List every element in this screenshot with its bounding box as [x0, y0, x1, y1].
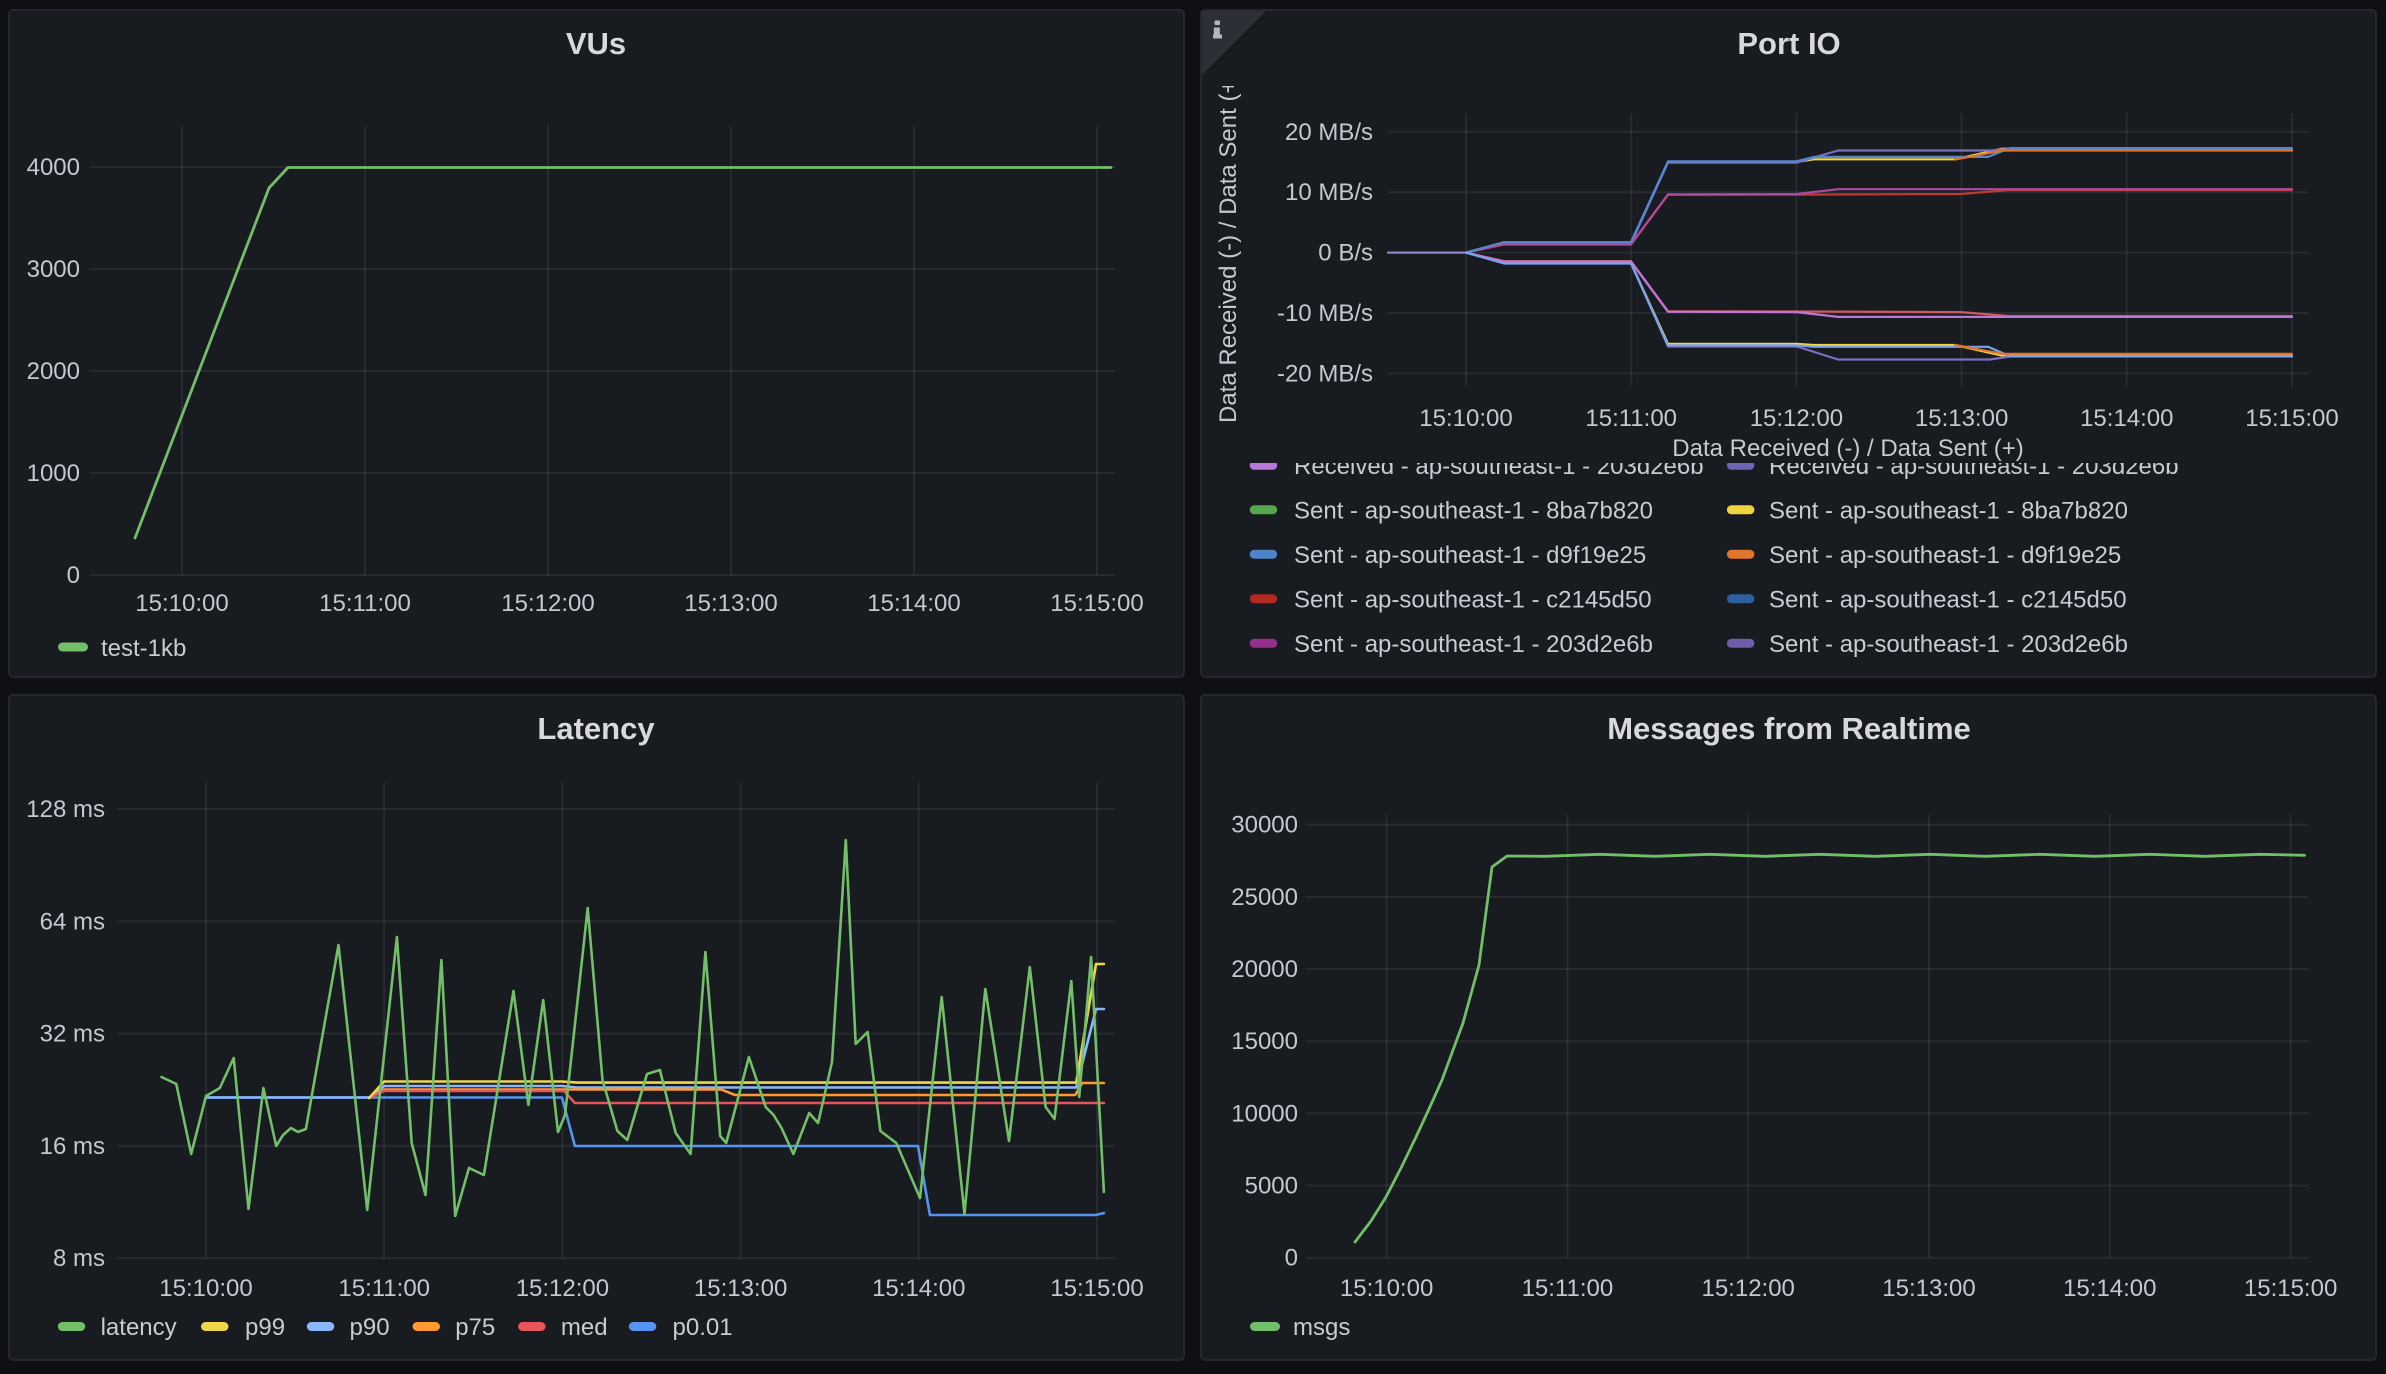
- svg-text:4000: 4000: [27, 154, 80, 181]
- svg-text:15:10:00: 15:10:00: [135, 590, 228, 617]
- svg-text:Sent - ap-southeast-1 - 203d2e: Sent - ap-southeast-1 - 203d2e6b: [1769, 631, 2128, 658]
- svg-text:Sent - ap-southeast-1 - c2145d: Sent - ap-southeast-1 - c2145d50: [1769, 586, 2127, 613]
- svg-text:15:12:00: 15:12:00: [516, 1275, 609, 1302]
- svg-text:15:14:00: 15:14:00: [867, 590, 960, 617]
- svg-text:20000: 20000: [1231, 956, 1298, 983]
- svg-text:20 MB/s: 20 MB/s: [1285, 119, 1373, 146]
- svg-text:1000: 1000: [27, 460, 80, 487]
- svg-text:-20 MB/s: -20 MB/s: [1277, 360, 1373, 387]
- svg-text:latency: latency: [101, 1314, 177, 1341]
- svg-text:Sent - ap-southeast-1 - 203d2e: Sent - ap-southeast-1 - 203d2e6b: [1294, 631, 1653, 658]
- svg-text:8 ms: 8 ms: [53, 1245, 105, 1272]
- svg-text:15:15:00: 15:15:00: [1050, 590, 1143, 617]
- svg-text:Sent - ap-southeast-1 - d9f19e: Sent - ap-southeast-1 - d9f19e25: [1769, 542, 2121, 569]
- svg-text:15:14:00: 15:14:00: [2063, 1275, 2156, 1302]
- svg-text:25000: 25000: [1231, 884, 1298, 911]
- svg-text:Sent - ap-southeast-1 - c2145d: Sent - ap-southeast-1 - c2145d50: [1294, 586, 1652, 613]
- svg-text:0: 0: [1285, 1245, 1298, 1272]
- svg-text:2000: 2000: [27, 358, 80, 385]
- svg-text:128 ms: 128 ms: [26, 796, 105, 823]
- svg-text:5000: 5000: [1245, 1173, 1298, 1200]
- svg-text:p99: p99: [245, 1314, 285, 1341]
- svg-text:15:13:00: 15:13:00: [1882, 1275, 1975, 1302]
- svg-text:15:12:00: 15:12:00: [501, 590, 594, 617]
- svg-text:64 ms: 64 ms: [40, 908, 105, 935]
- svg-text:Data Received (-) / Data Sent: Data Received (-) / Data Sent (+): [1672, 435, 2023, 462]
- svg-text:0: 0: [67, 562, 80, 589]
- svg-text:-10 MB/s: -10 MB/s: [1277, 300, 1373, 327]
- svg-text:15:11:00: 15:11:00: [319, 590, 411, 617]
- svg-text:15:12:00: 15:12:00: [1701, 1275, 1794, 1302]
- svg-text:15:15:00: 15:15:00: [1050, 1275, 1143, 1302]
- svg-text:10 MB/s: 10 MB/s: [1285, 179, 1373, 206]
- svg-text:15:10:00: 15:10:00: [1419, 405, 1512, 432]
- svg-text:16 ms: 16 ms: [40, 1133, 105, 1160]
- svg-text:15:13:00: 15:13:00: [694, 1275, 787, 1302]
- svg-text:15:10:00: 15:10:00: [1340, 1275, 1433, 1302]
- svg-text:3000: 3000: [27, 256, 80, 283]
- svg-text:VUs: VUs: [566, 26, 626, 61]
- svg-text:15:13:00: 15:13:00: [1915, 405, 2008, 432]
- svg-text:15:10:00: 15:10:00: [159, 1275, 252, 1302]
- svg-text:15:11:00: 15:11:00: [1522, 1275, 1614, 1302]
- svg-text:15:14:00: 15:14:00: [2080, 405, 2173, 432]
- svg-text:15000: 15000: [1231, 1028, 1298, 1055]
- svg-text:15:11:00: 15:11:00: [1585, 405, 1677, 432]
- svg-text:p75: p75: [455, 1314, 495, 1341]
- svg-text:Port IO: Port IO: [1737, 26, 1840, 61]
- svg-text:15:15:00: 15:15:00: [2244, 1275, 2337, 1302]
- svg-text:15:14:00: 15:14:00: [872, 1275, 965, 1302]
- svg-text:Messages from Realtime: Messages from Realtime: [1607, 711, 1971, 746]
- svg-text:Sent - ap-southeast-1 - d9f19e: Sent - ap-southeast-1 - d9f19e25: [1294, 542, 1646, 569]
- svg-text:15:15:00: 15:15:00: [2245, 405, 2338, 432]
- svg-text:15:11:00: 15:11:00: [338, 1275, 430, 1302]
- svg-text:0 B/s: 0 B/s: [1318, 240, 1373, 267]
- svg-text:15:12:00: 15:12:00: [1750, 405, 1843, 432]
- svg-text:32 ms: 32 ms: [40, 1021, 105, 1048]
- svg-text:Sent - ap-southeast-1 - 8ba7b8: Sent - ap-southeast-1 - 8ba7b820: [1769, 497, 2128, 524]
- svg-text:15:13:00: 15:13:00: [684, 590, 777, 617]
- svg-text:10000: 10000: [1231, 1100, 1298, 1127]
- svg-text:Latency: Latency: [537, 711, 655, 746]
- svg-text:Sent - ap-southeast-1 - 8ba7b8: Sent - ap-southeast-1 - 8ba7b820: [1294, 497, 1653, 524]
- svg-text:med: med: [561, 1314, 608, 1341]
- svg-text:msgs: msgs: [1293, 1314, 1350, 1341]
- svg-text:p90: p90: [350, 1314, 390, 1341]
- svg-text:30000: 30000: [1231, 812, 1298, 839]
- svg-text:test-1kb: test-1kb: [101, 635, 186, 662]
- svg-text:p0.01: p0.01: [673, 1314, 733, 1341]
- svg-text:Data Received (-) / Data Sent: Data Received (-) / Data Sent (+): [1215, 72, 1242, 423]
